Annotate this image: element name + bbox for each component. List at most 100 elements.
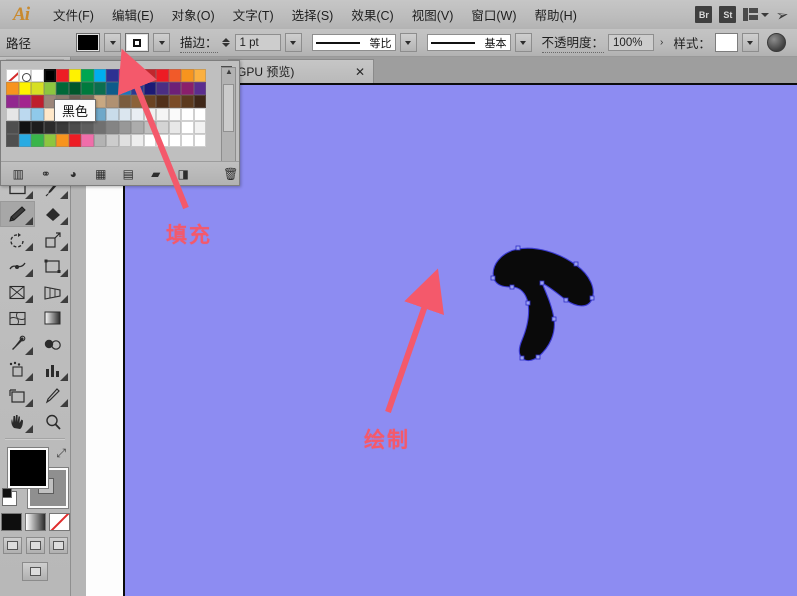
swatch-4-7[interactable] (93, 121, 106, 134)
swatch-4-12[interactable] (156, 121, 169, 134)
document-setup-icon[interactable] (766, 33, 786, 52)
drawn-vector-shape[interactable] (480, 243, 600, 365)
graphic-style-swatch[interactable] (714, 33, 738, 52)
default-fill-stroke-icon[interactable] (2, 488, 17, 506)
swatch-4-11[interactable] (143, 121, 156, 134)
draw-normal-icon[interactable] (2, 537, 22, 554)
new-color-group-icon[interactable]: ▰ (148, 166, 165, 182)
swatch-5-3[interactable] (43, 134, 56, 147)
stroke-profile-dropdown[interactable] (399, 33, 417, 52)
scroll-up-icon[interactable]: ▲ (225, 67, 233, 76)
swatch-2-2[interactable] (31, 95, 44, 108)
swatch-2-12[interactable] (156, 95, 169, 108)
width-tool[interactable] (0, 253, 35, 279)
blend-tool[interactable] (35, 331, 70, 357)
swatch-0-9[interactable] (118, 69, 131, 82)
workspace-switcher[interactable] (743, 8, 770, 21)
swatches-grid[interactable] (6, 69, 206, 147)
menu-type[interactable]: 文字(T) (224, 1, 283, 28)
opacity-value[interactable]: 100% (608, 34, 655, 51)
fill-color-swatch[interactable] (76, 33, 100, 52)
swatch-1-2[interactable] (31, 82, 44, 95)
swatch-1-12[interactable] (156, 82, 169, 95)
swatch-options-icon[interactable]: ▤ (120, 166, 137, 182)
swatch-5-7[interactable] (93, 134, 106, 147)
swatch-4-15[interactable] (193, 121, 206, 134)
swatch-4-10[interactable] (131, 121, 144, 134)
swatch-3-15[interactable] (193, 108, 206, 121)
swatch-2-11[interactable] (143, 95, 156, 108)
swatch-5-2[interactable] (31, 134, 44, 147)
swatch-2-10[interactable] (131, 95, 144, 108)
swatch-4-1[interactable] (18, 121, 31, 134)
swatches-panel[interactable]: ▲ ▼ 黑色 ▥ ⚭ ◕ ▦ ▤ ▰ ◨ 🗑 (0, 60, 240, 186)
draw-inside-icon[interactable] (48, 537, 68, 554)
swatch-5-8[interactable] (106, 134, 119, 147)
swatch-3-10[interactable] (131, 108, 144, 121)
swatch-1-5[interactable] (68, 82, 81, 95)
column-graph-tool[interactable] (35, 357, 70, 383)
perspective-grid-tool[interactable] (35, 279, 70, 305)
swatch-4-9[interactable] (118, 121, 131, 134)
menu-view[interactable]: 视图(V) (403, 1, 463, 28)
show-swatch-kinds-icon[interactable]: ▦ (93, 166, 110, 182)
mesh-tool[interactable] (0, 305, 35, 331)
swatch-5-11[interactable] (143, 134, 156, 147)
menu-object[interactable]: 对象(O) (163, 1, 224, 28)
swatch-1-7[interactable] (93, 82, 106, 95)
swatch-3-12[interactable] (156, 108, 169, 121)
swatch-1-11[interactable] (143, 82, 156, 95)
swatch-2-13[interactable] (168, 95, 181, 108)
bridge-icon[interactable]: Br (695, 6, 713, 23)
symbol-sprayer-tool[interactable] (0, 357, 35, 383)
swatch-1-3[interactable] (43, 82, 56, 95)
color-group-link-icon[interactable]: ⚭ (38, 166, 55, 182)
swatch-2-15[interactable] (193, 95, 206, 108)
swatch-0-6[interactable] (81, 69, 94, 82)
swatch-1-8[interactable] (106, 82, 119, 95)
swap-fill-stroke-icon[interactable]: ⤢ (56, 446, 66, 461)
swatch-0-12[interactable] (156, 69, 169, 82)
swatch-5-1[interactable] (18, 134, 31, 147)
swatch-1-6[interactable] (81, 82, 94, 95)
swatch-3-9[interactable] (118, 108, 131, 121)
swatch-5-14[interactable] (181, 134, 194, 147)
swatch-2-0[interactable] (6, 95, 19, 108)
gradient-tool[interactable] (35, 305, 70, 331)
scale-tool[interactable] (35, 227, 70, 253)
draw-behind-icon[interactable] (25, 537, 45, 554)
swatch-2-1[interactable] (18, 95, 31, 108)
swatch-4-3[interactable] (43, 121, 56, 134)
graphic-style-dropdown[interactable] (741, 33, 759, 52)
swatch-0-10[interactable] (131, 69, 144, 82)
swatch-1-4[interactable] (56, 82, 69, 95)
swatch-libraries-icon[interactable]: ▥ (10, 166, 27, 182)
rotate-tool[interactable] (0, 227, 35, 253)
fill-color-box[interactable] (8, 448, 48, 488)
swatch-0-7[interactable] (93, 69, 106, 82)
swatch-3-8[interactable] (106, 108, 119, 121)
swatch-4-0[interactable] (6, 121, 19, 134)
new-swatch-icon[interactable]: ◨ (175, 166, 192, 182)
swatch-1-13[interactable] (168, 82, 181, 95)
swatch-4-8[interactable] (106, 121, 119, 134)
swatch-4-6[interactable] (81, 121, 94, 134)
opacity-popup-icon[interactable]: › (658, 37, 665, 48)
swatch-1-15[interactable] (193, 82, 206, 95)
change-screen-mode-icon[interactable] (22, 562, 48, 581)
menu-window[interactable]: 窗口(W) (462, 1, 525, 28)
delete-swatch-icon[interactable]: 🗑 (223, 166, 240, 182)
swatch-3-1[interactable] (18, 108, 31, 121)
shape-builder-tool[interactable] (0, 279, 35, 305)
swatch-1-10[interactable] (131, 82, 144, 95)
none-mode-icon[interactable] (48, 513, 70, 531)
swatch-5-12[interactable] (156, 134, 169, 147)
swatch-0-4[interactable] (56, 69, 69, 82)
menu-file[interactable]: 文件(F) (44, 1, 103, 28)
swatch-0-5[interactable] (68, 69, 81, 82)
shaper-eraser-tool[interactable] (35, 201, 70, 227)
free-transform-tool[interactable] (35, 253, 70, 279)
menu-edit[interactable]: 编辑(E) (103, 1, 163, 28)
stroke-weight-label[interactable]: 描边： (180, 32, 218, 53)
swatch-3-13[interactable] (168, 108, 181, 121)
